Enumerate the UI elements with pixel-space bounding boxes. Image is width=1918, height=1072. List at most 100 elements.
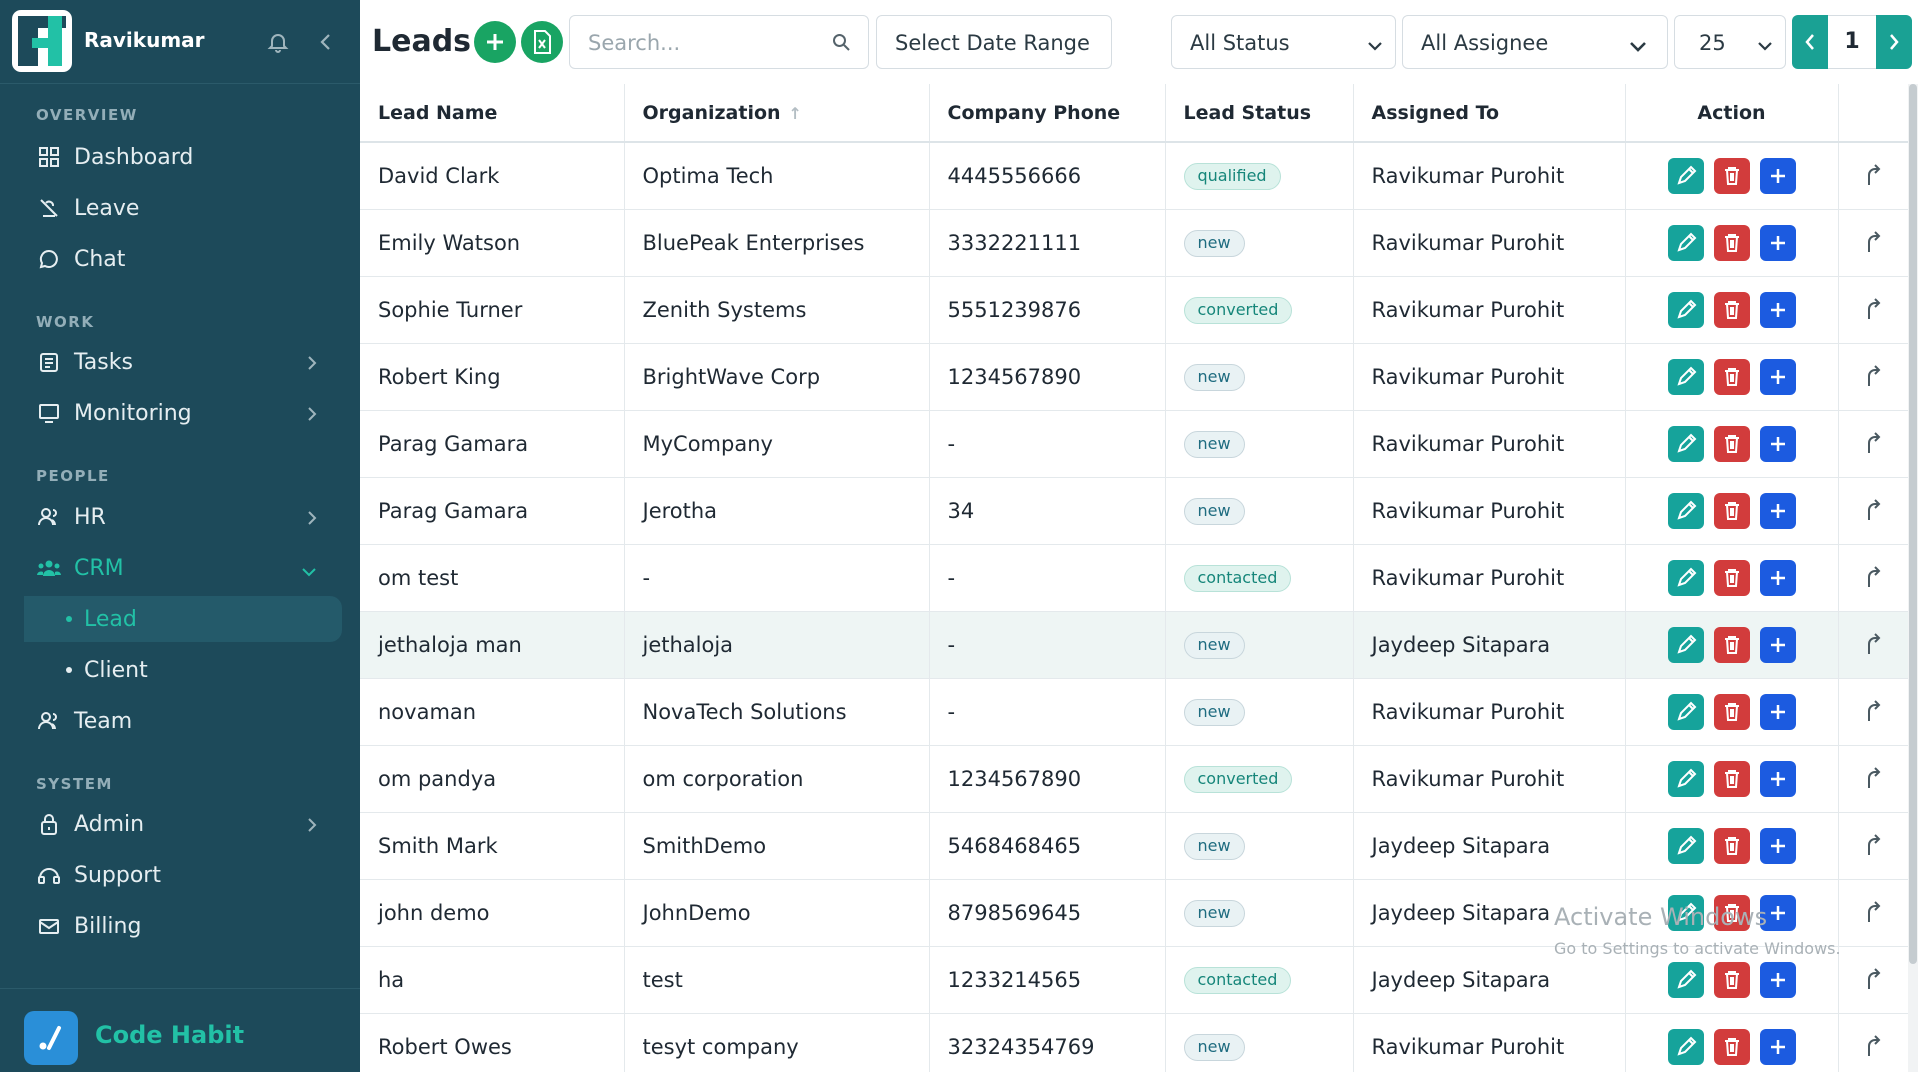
convert-icon[interactable] [1855, 158, 1891, 194]
edit-button[interactable] [1667, 358, 1704, 395]
col-lead-name[interactable]: Lead Name [360, 84, 625, 143]
col-company-phone[interactable]: Company Phone [929, 84, 1166, 143]
add-button[interactable] [1759, 559, 1796, 596]
edit-button[interactable] [1667, 224, 1704, 261]
col-organization[interactable]: Organization ↑ [624, 84, 930, 143]
sidebar-item-leave[interactable]: Leave [24, 185, 342, 231]
delete-button[interactable] [1713, 1028, 1750, 1065]
delete-button[interactable] [1713, 291, 1750, 328]
table-row[interactable]: Emily Watson BluePeak Enterprises 33322211… [360, 209, 1909, 277]
date-range-picker[interactable]: Select Date Range [876, 15, 1112, 69]
sidebar-item-tasks[interactable]: Tasks [24, 339, 342, 385]
delete-button[interactable] [1713, 693, 1750, 730]
next-page-button[interactable] [1876, 15, 1912, 69]
convert-icon[interactable] [1855, 761, 1891, 797]
table-row[interactable]: Robert Owes tesyt company 32324354769 new Ra… [360, 1013, 1909, 1072]
delete-button[interactable] [1713, 961, 1750, 998]
delete-button[interactable] [1713, 224, 1750, 261]
sidebar-item-monitoring[interactable]: Monitoring [24, 390, 342, 436]
table-row[interactable]: Parag Gamara Jerotha 34 new Ravikumar Purohi… [360, 477, 1909, 545]
edit-button[interactable] [1667, 291, 1704, 328]
add-button[interactable] [1759, 626, 1796, 663]
convert-icon[interactable] [1855, 493, 1891, 529]
table-row[interactable]: Robert King BrightWave Corp 1234567890 new R… [360, 343, 1909, 411]
delete-button[interactable] [1713, 425, 1750, 462]
convert-icon[interactable] [1855, 828, 1891, 864]
table-row[interactable]: Parag Gamara MyCompany - new Ravikumar Puroh… [360, 410, 1909, 478]
add-button[interactable] [1759, 291, 1796, 328]
edit-button[interactable] [1667, 492, 1704, 529]
page-size-select[interactable]: 25 [1674, 15, 1786, 69]
col-assigned-to[interactable]: Assigned To [1353, 84, 1626, 143]
edit-button[interactable] [1667, 559, 1704, 596]
add-button[interactable] [1759, 425, 1796, 462]
sidebar-item-crm[interactable]: CRM [24, 545, 342, 591]
edit-button[interactable] [1667, 827, 1704, 864]
add-button[interactable] [1759, 760, 1796, 797]
delete-button[interactable] [1713, 559, 1750, 596]
chevron-right-icon [306, 404, 318, 429]
add-button[interactable] [1759, 827, 1796, 864]
convert-icon[interactable] [1855, 627, 1891, 663]
edit-button[interactable] [1667, 693, 1704, 730]
sidebar-item-team[interactable]: Team [24, 698, 342, 744]
scrollbar-thumb[interactable] [1909, 84, 1917, 964]
add-button[interactable] [1759, 961, 1796, 998]
edit-button[interactable] [1667, 626, 1704, 663]
edit-button[interactable] [1667, 961, 1704, 998]
convert-icon[interactable] [1855, 1029, 1891, 1065]
table-row[interactable]: om pandya om corporation 1234567890 convert… [360, 745, 1909, 813]
table-row[interactable]: Sophie Turner Zenith Systems 5551239876 con… [360, 276, 1909, 344]
sidebar-item-billing[interactable]: Billing [24, 903, 342, 949]
convert-icon[interactable] [1855, 359, 1891, 395]
bell-icon[interactable] [266, 30, 290, 58]
table-row[interactable]: novaman NovaTech Solutions - new Ravikumar P… [360, 678, 1909, 746]
add-button[interactable] [1759, 358, 1796, 395]
sidebar-item-client[interactable]: Client [24, 647, 342, 693]
collapse-sidebar-icon[interactable] [318, 30, 334, 58]
delete-button[interactable] [1713, 157, 1750, 194]
edit-button[interactable] [1667, 425, 1704, 462]
convert-icon[interactable] [1855, 962, 1891, 998]
add-button[interactable] [1759, 693, 1796, 730]
add-button[interactable] [1759, 1028, 1796, 1065]
edit-button[interactable] [1667, 760, 1704, 797]
sort-arrow-icon[interactable]: ↑ [789, 104, 802, 123]
convert-icon[interactable] [1855, 225, 1891, 261]
edit-button[interactable] [1667, 1028, 1704, 1065]
delete-button[interactable] [1713, 492, 1750, 529]
edit-button[interactable] [1667, 157, 1704, 194]
delete-button[interactable] [1713, 760, 1750, 797]
delete-button[interactable] [1713, 626, 1750, 663]
delete-button[interactable] [1713, 827, 1750, 864]
convert-icon[interactable] [1855, 694, 1891, 730]
extra-action-cell [1838, 1013, 1909, 1072]
status-filter[interactable]: All Status [1171, 15, 1396, 69]
export-excel-button[interactable] [521, 21, 563, 63]
add-button[interactable] [1759, 224, 1796, 261]
sidebar-item-lead[interactable]: Lead [24, 596, 342, 642]
table-row[interactable]: Smith Mark SmithDemo 5468468465 new Jaydeep … [360, 812, 1909, 880]
table-row[interactable]: David Clark Optima Tech 4445556666 qualifie… [360, 142, 1909, 210]
sidebar-item-hr[interactable]: HR [24, 494, 342, 540]
delete-button[interactable] [1713, 358, 1750, 395]
add-button[interactable] [1759, 492, 1796, 529]
convert-icon[interactable] [1855, 560, 1891, 596]
convert-icon[interactable] [1855, 292, 1891, 328]
prev-page-button[interactable] [1792, 15, 1828, 69]
sidebar-item-dashboard[interactable]: Dashboard [24, 134, 342, 180]
table-row[interactable]: jethaloja man jethaloja - new Jaydeep Sitapa… [360, 611, 1909, 679]
search-input[interactable]: Search... [569, 15, 869, 69]
add-lead-button[interactable] [474, 21, 516, 63]
phone-cell: - [929, 410, 1166, 478]
add-button[interactable] [1759, 157, 1796, 194]
table-row[interactable]: om test - - contacted Ravikumar Purohit [360, 544, 1909, 612]
status-cell: converted [1165, 276, 1354, 344]
sidebar-item-support[interactable]: Support [24, 852, 342, 898]
convert-icon[interactable] [1855, 426, 1891, 462]
col-lead-status[interactable]: Lead Status [1165, 84, 1354, 143]
assignee-filter[interactable]: All Assignee [1402, 15, 1668, 69]
sidebar-item-admin[interactable]: Admin [24, 801, 342, 847]
sidebar-item-chat[interactable]: Chat [24, 236, 342, 282]
convert-icon[interactable] [1855, 895, 1891, 931]
